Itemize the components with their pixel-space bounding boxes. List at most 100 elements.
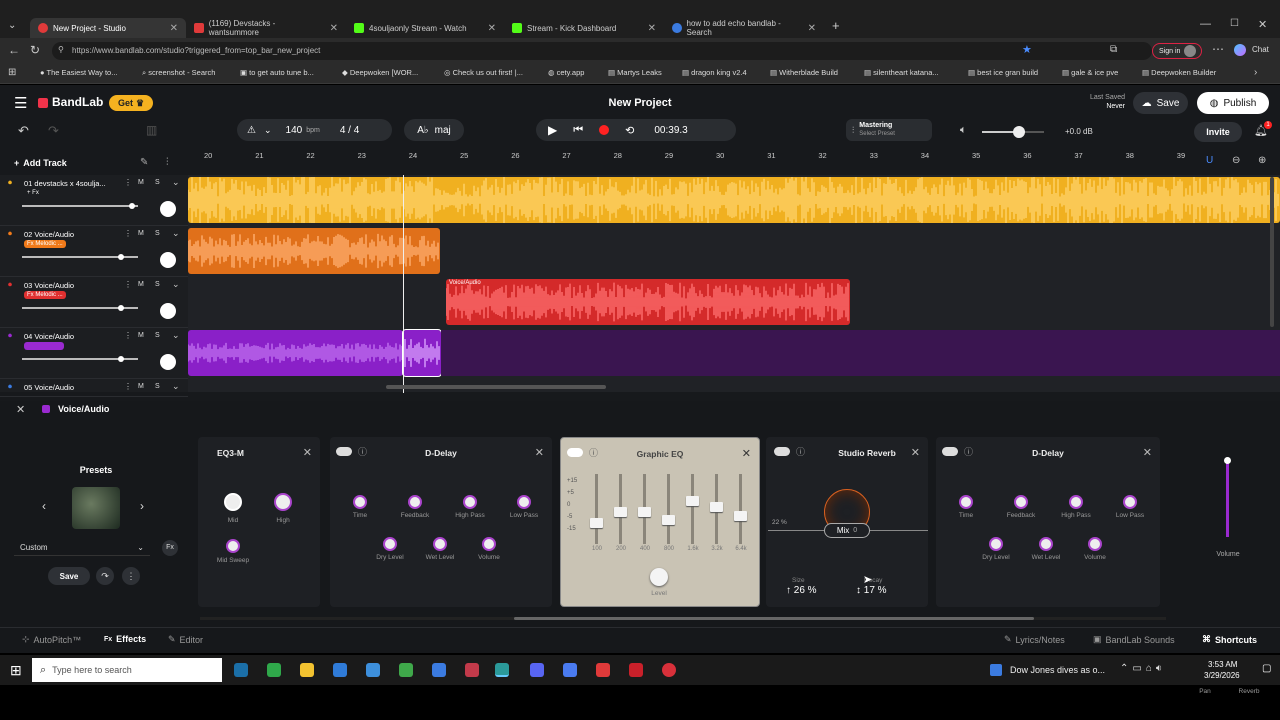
zoom-icon[interactable] — [563, 663, 577, 677]
record-arm-icon[interactable]: ⏺ — [8, 280, 12, 290]
knob-high-pass[interactable] — [1069, 495, 1083, 509]
record-arm-icon[interactable]: ⏺ — [8, 331, 12, 341]
bookmark-item[interactable]: ▤ gale & ice pve — [1062, 68, 1118, 77]
remove-effect-icon[interactable]: ✕ — [535, 446, 544, 459]
fx-tag[interactable]: Fx Melodic ... — [24, 291, 66, 299]
size-value[interactable]: ↑ 26 % — [786, 585, 817, 596]
knob-wet-level[interactable] — [433, 537, 447, 551]
xbox-icon[interactable] — [267, 663, 281, 677]
loop-icon[interactable]: ⟲ — [625, 124, 634, 137]
track-header[interactable]: ⏺ 03 Voice/Audio ⋮ M S ⌄ Fx Melodic ... — [0, 277, 188, 328]
track-header[interactable]: ⏺ 02 Voice/Audio ⋮ M S ⌄ Fx Melodic ... — [0, 226, 188, 277]
eq-band-thumb[interactable] — [614, 507, 627, 517]
redo-icon[interactable]: ↷ — [48, 123, 59, 139]
bookmark-item[interactable]: ◎ Check us out first! |... — [444, 68, 523, 77]
solo-button[interactable]: S — [155, 230, 160, 237]
knob-time[interactable] — [959, 495, 973, 509]
mail-icon[interactable] — [333, 663, 347, 677]
close-window-icon[interactable]: ✕ — [1258, 18, 1267, 31]
news-ticker[interactable]: Dow Jones dives as o... — [1010, 665, 1105, 675]
effects-scrollbar[interactable] — [200, 617, 1166, 620]
solo-button[interactable]: S — [155, 332, 160, 339]
bookmark-item[interactable]: ▤ Martys Leaks — [608, 68, 662, 77]
audio-clip[interactable] — [402, 329, 442, 377]
track-menu-icon[interactable]: ⋮ — [124, 178, 132, 187]
share-icon[interactable]: ↷ — [96, 567, 114, 585]
eq-band-track[interactable] — [595, 474, 598, 544]
eq-band-thumb[interactable] — [710, 502, 723, 512]
get-membership-button[interactable]: Get ♛ — [109, 95, 153, 111]
bookmark-item[interactable]: ◍ cety.app — [548, 68, 584, 77]
project-title[interactable]: New Project — [560, 97, 720, 109]
track-volume-thumb[interactable] — [117, 305, 124, 311]
maximize-icon[interactable]: ☐ — [1230, 18, 1239, 29]
track-volume-slider[interactable] — [22, 356, 138, 362]
apps-icon[interactable]: ⊞ — [8, 67, 16, 78]
more-bookmarks-icon[interactable]: › — [1254, 67, 1257, 78]
edge-icon[interactable] — [495, 663, 509, 677]
mastering-button[interactable]: ⫶ Mastering Select Preset — [846, 119, 932, 141]
mute-button[interactable]: M — [138, 332, 144, 339]
record-icon[interactable] — [599, 125, 610, 135]
play-icon[interactable]: ▶ — [548, 123, 557, 137]
record-arm-icon[interactable]: ⏺ — [8, 382, 12, 392]
windows-start-icon[interactable]: ⊞ — [10, 662, 22, 679]
knob-high[interactable] — [274, 493, 292, 511]
bandlab-app-icon[interactable] — [662, 663, 676, 677]
discord-icon[interactable] — [530, 663, 544, 677]
knob-feedback[interactable] — [408, 495, 422, 509]
tempo-control[interactable]: ⚠ ⌄ 140 bpm 4 / 4 — [237, 119, 392, 141]
favorites-star-icon[interactable]: ★ — [1022, 43, 1032, 56]
knob-low-pass[interactable] — [1123, 495, 1137, 509]
track-volume-thumb[interactable] — [129, 203, 136, 209]
eq-band-track[interactable] — [691, 474, 694, 544]
master-volume-thumb[interactable] — [1013, 126, 1026, 138]
track-name[interactable]: 04 Voice/Audio — [24, 332, 74, 341]
skip-back-icon[interactable]: ⏮ — [573, 124, 583, 137]
close-tab-icon[interactable]: ✕ — [808, 23, 816, 34]
bookmark-item[interactable]: ▤ dragon king v2.4 — [682, 68, 747, 77]
prev-preset-icon[interactable]: ‹ — [42, 499, 46, 513]
tab-youtube[interactable]: (1169) Devstacks - wantsummore ✕ — [186, 18, 346, 38]
knob-volume[interactable] — [482, 537, 496, 551]
record-arm-icon[interactable]: ⏺ — [8, 229, 12, 239]
calendar-icon[interactable] — [432, 663, 446, 677]
mix-control[interactable]: Mix 0 — [824, 523, 870, 538]
track-volume-slider[interactable] — [22, 203, 138, 209]
mute-button[interactable]: M — [138, 179, 144, 186]
zoom-in-icon[interactable]: ⊕ — [1258, 155, 1266, 166]
minimize-icon[interactable]: — — [1200, 18, 1211, 30]
track-name[interactable]: 01 devstacks x 4soulja... — [24, 179, 106, 188]
menu-dots-icon[interactable]: ⋯ — [1212, 42, 1224, 56]
metronome-icon[interactable]: ⚠ — [247, 125, 256, 136]
track-header[interactable]: ⏺ 05 Voice/Audio ⋮ M S ⌄ — [0, 379, 188, 397]
fx-tag[interactable] — [24, 342, 64, 350]
new-tab-icon[interactable]: + — [832, 18, 840, 33]
vegas-icon[interactable] — [399, 663, 413, 677]
chevron-down-icon[interactable]: ⌄ — [172, 381, 180, 392]
close-tab-icon[interactable]: ✕ — [488, 23, 496, 34]
chevron-down-icon[interactable]: ⌄ — [172, 279, 180, 290]
pan-knob[interactable] — [160, 201, 176, 217]
taskbar-search-input[interactable]: ⌕ Type here to search — [32, 658, 222, 682]
track-menu-icon[interactable]: ⋮ — [124, 331, 132, 340]
extensions-icon[interactable]: ⧉ — [1110, 44, 1117, 55]
remove-effect-icon[interactable]: ✕ — [1143, 446, 1152, 459]
close-tab-icon[interactable]: ✕ — [170, 23, 178, 34]
eq-band-thumb[interactable] — [686, 496, 699, 506]
chat-label[interactable]: Chat — [1252, 45, 1269, 54]
knob-dry-level[interactable] — [989, 537, 1003, 551]
tab-search-icon[interactable]: ⌄ — [8, 20, 16, 31]
eq-band-track[interactable] — [739, 474, 742, 544]
track-menu-icon[interactable]: ⋮ — [124, 229, 132, 238]
eq-band-track[interactable] — [667, 474, 670, 544]
pencil-icon[interactable]: ✎ — [140, 157, 148, 168]
back-icon[interactable]: ← — [8, 43, 20, 57]
mute-button[interactable]: M — [138, 230, 144, 237]
preset-thumbnail[interactable] — [72, 487, 120, 529]
bookmark-item[interactable]: ⌕ screenshot - Search — [142, 68, 215, 78]
track-name[interactable]: 05 Voice/Audio — [24, 383, 74, 392]
tab-bandlab[interactable]: New Project - Studio ✕ — [30, 18, 186, 38]
lyrics-notes-button[interactable]: ✎ Lyrics/Notes — [1004, 634, 1065, 645]
fx-tag[interactable]: Fx Melodic ... — [24, 240, 66, 248]
